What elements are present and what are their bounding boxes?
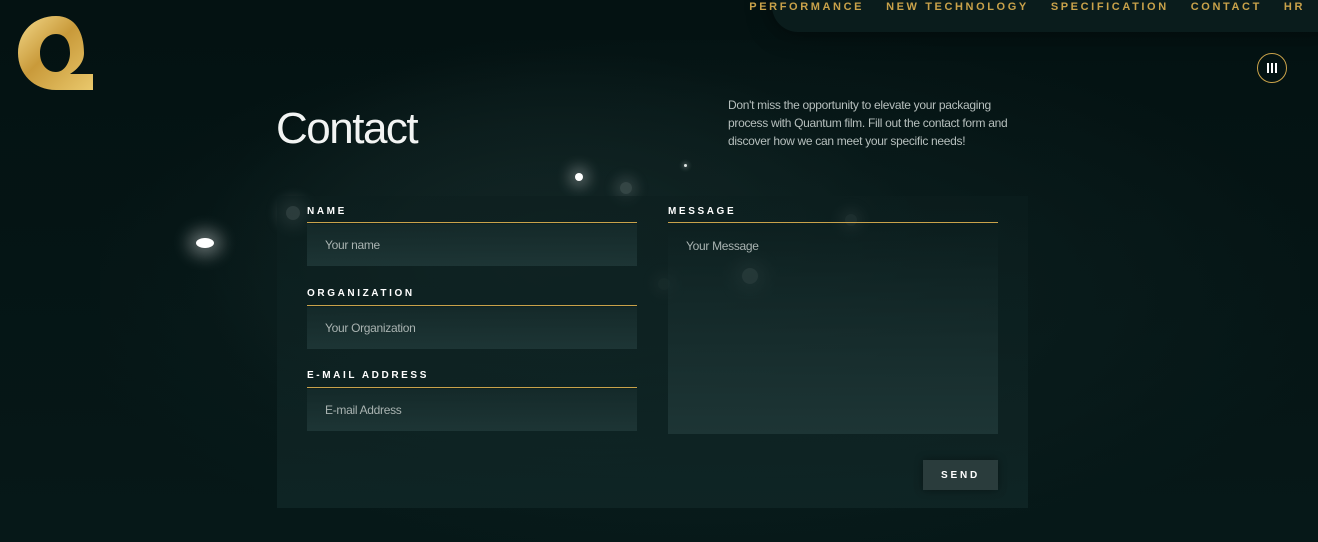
page: PERFORMANCE NEW TECHNOLOGY SPECIFICATION…	[0, 0, 1318, 542]
message-textarea[interactable]: Your Message	[668, 224, 998, 434]
intro-text: Don't miss the opportunity to elevate yo…	[728, 98, 1008, 148]
email-underline	[307, 387, 637, 388]
message-underline	[668, 222, 998, 223]
nav-item-specification[interactable]: SPECIFICATION	[1040, 0, 1180, 14]
email-input[interactable]: E-mail Address	[307, 389, 637, 431]
nav-item-hr[interactable]: HR	[1273, 0, 1316, 14]
quantum-q-logo-icon[interactable]	[18, 16, 94, 90]
name-underline	[307, 222, 637, 223]
menu-bars-icon	[1267, 63, 1269, 73]
nav-item-performance[interactable]: PERFORMANCE	[738, 0, 875, 14]
bokeh-light	[684, 164, 687, 167]
organization-label: ORGANIZATION	[307, 288, 415, 299]
name-label: NAME	[307, 206, 347, 217]
bokeh-light	[196, 238, 214, 248]
organization-input[interactable]: Your Organization	[307, 307, 637, 349]
name-input[interactable]: Your name	[307, 224, 637, 266]
bokeh-light	[575, 173, 583, 181]
nav-item-new-technology[interactable]: NEW TECHNOLOGY	[875, 0, 1040, 14]
message-label: MESSAGE	[668, 206, 737, 217]
nav-list: PERFORMANCE NEW TECHNOLOGY SPECIFICATION…	[738, 0, 1316, 14]
send-button[interactable]: SEND	[923, 460, 998, 490]
email-label: E-MAIL ADDRESS	[307, 370, 429, 381]
organization-underline	[307, 305, 637, 306]
menu-bars-icon	[1271, 63, 1273, 73]
menu-bars-icon	[1275, 63, 1277, 73]
bokeh-light	[620, 182, 632, 194]
page-title: Contact	[276, 104, 419, 153]
menu-button[interactable]	[1257, 53, 1287, 83]
nav-item-contact[interactable]: CONTACT	[1180, 0, 1273, 14]
top-navigation-bar: PERFORMANCE NEW TECHNOLOGY SPECIFICATION…	[749, 0, 1318, 32]
